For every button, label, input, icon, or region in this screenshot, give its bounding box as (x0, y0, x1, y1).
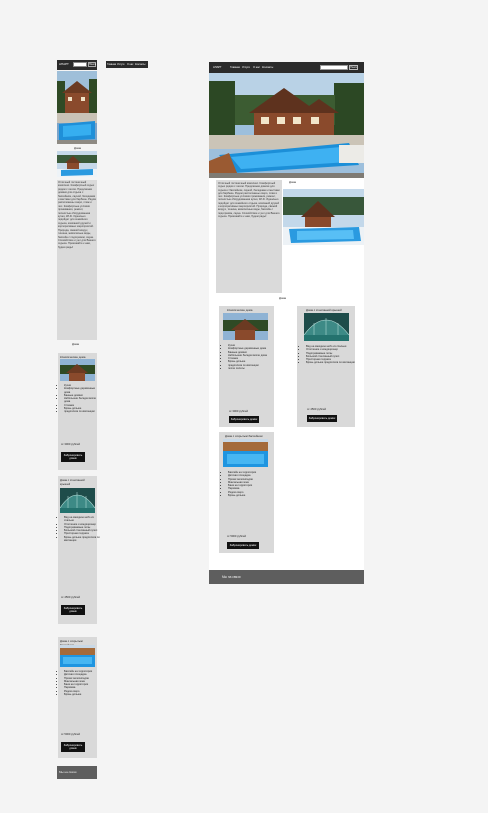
mobile-card-pool: Дома с открытым бассейном Бассейн на тер… (58, 637, 97, 758)
list-item: Бронь дольше (64, 693, 101, 696)
footer-text: Мы на связи (222, 575, 241, 579)
mobile-navbar: АПАРТ Поиск (57, 60, 97, 70)
nav-item-home[interactable]: Главная (230, 66, 240, 69)
mobile-card-glass-roof: Дома с стеклянной крышей Вид на звездное… (58, 476, 100, 624)
list-item: после оплаты (228, 367, 276, 370)
card-image (223, 439, 268, 467)
mobile-footer: Мы на связи (57, 766, 97, 779)
mobile-section-caption: Дома (72, 342, 79, 346)
book-button[interactable]: Забронировать домик (61, 742, 85, 752)
mobile-menu-item-home[interactable]: Главная (107, 63, 116, 66)
mobile-menu-item-services[interactable]: Услуги (117, 63, 124, 66)
list-item: Бронь дольше (228, 494, 276, 497)
book-button[interactable]: Забронировать домик (61, 452, 85, 462)
desktop-brand-logo[interactable]: АПАРТ (213, 66, 222, 69)
card-features: Бассейн на территории Детская площадка П… (222, 471, 276, 497)
card-title: Классические дома (227, 308, 253, 312)
card-title: Дома с стеклянной крышей (306, 308, 342, 312)
mobile-menu-bar: Главная Услуги О нас Контакты (106, 61, 148, 68)
card-price: от 4500 рублей (307, 408, 326, 411)
mobile-search-input[interactable] (73, 62, 87, 67)
mobile-description-text: Отличный гостиничный комплекс. Комфортны… (58, 181, 96, 249)
mobile-photo-caption: Дома (74, 146, 81, 150)
mobile-card-classic: Классические дома Кухня Комфортные дерев… (58, 353, 97, 470)
book-button[interactable]: Забронировать домик (229, 416, 259, 423)
desktop-navbar: АПАРТ Главная Услуги О нас Контакты Поис… (209, 62, 364, 73)
mobile-description-block: Отличный гостиничный комплекс. Комфортны… (57, 180, 97, 340)
card-price: от 3000 рублей (229, 410, 248, 413)
card-image (60, 488, 95, 513)
desktop-section-caption: Дома (279, 296, 286, 300)
card-features: Вид на звездное небо из спальни Отоплени… (58, 516, 101, 542)
book-button[interactable]: Забронировать домик (61, 605, 85, 615)
list-item: предоплата по квитанции (64, 410, 101, 413)
mobile-photo-houses (57, 151, 97, 177)
card-title: Дома с открытым бассейном (225, 434, 263, 438)
footer-text: Мы на связи (59, 770, 77, 774)
nav-item-about[interactable]: О нас (253, 66, 260, 69)
desktop-search-button[interactable]: Поиск (349, 65, 358, 70)
card-image (223, 313, 268, 340)
card-features: Вид на звездное небо из спальни Отоплени… (300, 345, 358, 365)
mobile-menu-item-contacts[interactable]: Контакты (135, 63, 145, 66)
mobile-search-button[interactable]: Поиск (88, 62, 96, 67)
mobile-menu-item-about[interactable]: О нас (127, 63, 133, 66)
nav-item-contacts[interactable]: Контакты (262, 66, 273, 69)
book-button[interactable]: Забронировать домик (227, 542, 259, 549)
desktop-photo-houses (283, 189, 364, 245)
list-item: Вид на звездное небо из спальни (64, 516, 101, 523)
card-image (304, 313, 349, 341)
card-image (60, 359, 95, 381)
desktop-card-pool: Дома с открытым бассейном Бассейн на тер… (219, 432, 274, 553)
desktop-search-input[interactable] (320, 65, 348, 70)
list-item: Бронь дольше предоплата по квитанции (64, 536, 101, 543)
card-price: от 3000 рублей (61, 443, 80, 446)
card-price: от 5000 рублей (61, 733, 80, 736)
mobile-hero-image (57, 71, 97, 144)
book-button[interactable]: Забронировать домик (307, 415, 337, 422)
desktop-description-text: Отличный гостиничный комплекс. Комфортны… (218, 182, 280, 218)
nav-item-services[interactable]: Услуги (242, 66, 250, 69)
list-item: Бронь дольше предоплата по квитанции (306, 361, 358, 364)
desktop-card-classic: Классические дома Кухня Комфортные дерев… (219, 306, 274, 427)
list-item: Комфортные деревянные дома (64, 387, 101, 394)
card-features: Кухня Комфортные деревянные дома Банные … (222, 344, 276, 370)
mobile-brand-logo[interactable]: АПАРТ (59, 62, 69, 66)
desktop-photo-caption: Дома (289, 180, 296, 184)
desktop-description-block: Отличный гостиничный комплекс. Комфортны… (216, 180, 282, 293)
card-features: Кухня Комфортные деревянные дома Банные … (58, 384, 101, 414)
card-price: от 4500 рублей (61, 596, 80, 599)
desktop-hero-image (209, 73, 364, 178)
desktop-card-glass-roof: Дома с стеклянной крышей Вид на звездное… (297, 306, 355, 427)
list-item: Небольшие беседки возле дома (64, 397, 101, 404)
card-image (60, 645, 95, 667)
card-price: от 5000 рублей (227, 535, 246, 538)
card-features: Бассейн на территории Детская площадка П… (58, 670, 101, 696)
card-title: Дома с стеклянной крышей (60, 478, 85, 486)
desktop-footer: Мы на связи (209, 570, 364, 584)
